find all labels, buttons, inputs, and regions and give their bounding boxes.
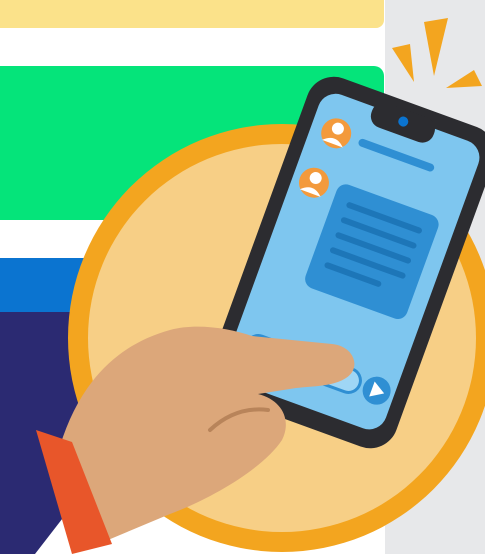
- banner-yellow: [0, 0, 384, 28]
- illustration-stage: [0, 0, 485, 554]
- chat-phone-illustration: [0, 0, 485, 554]
